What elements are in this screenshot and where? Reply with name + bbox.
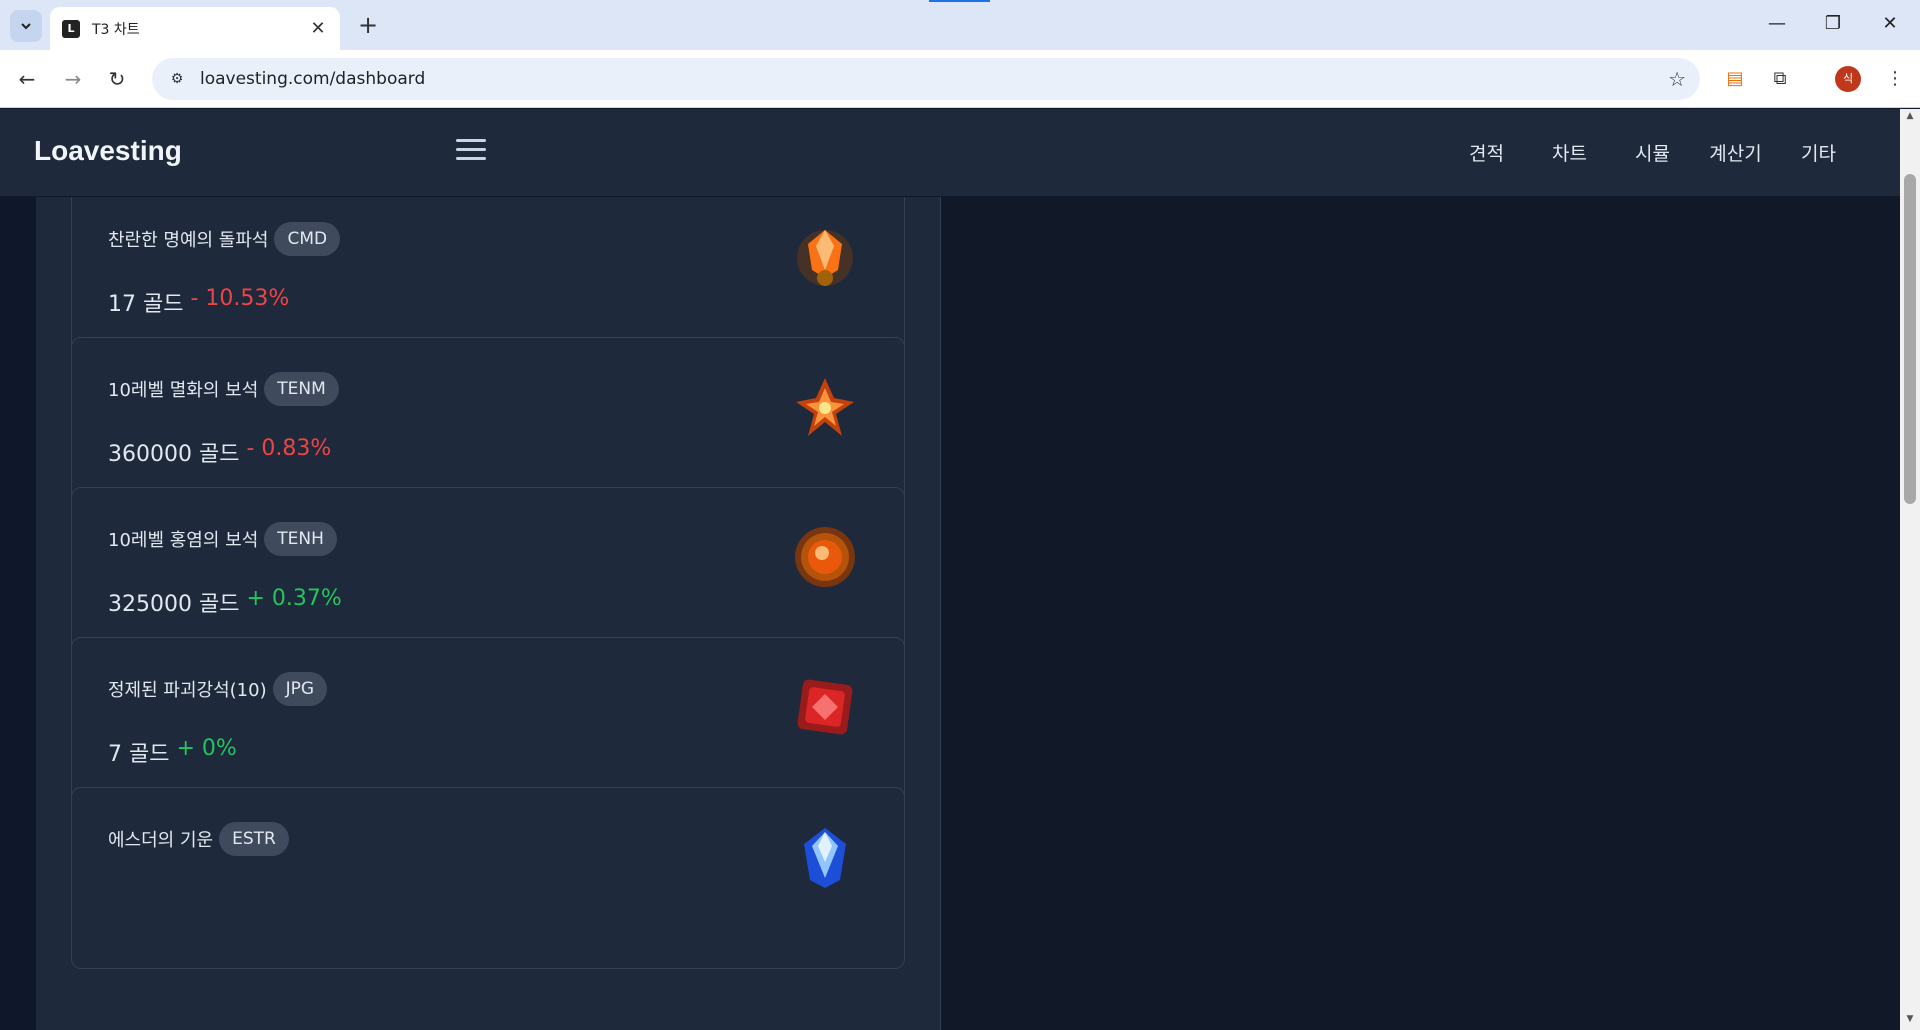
main-nav: 견적 차트 시뮬 계산기 기타: [1445, 139, 1860, 166]
blue-crystal-icon: [804, 828, 846, 888]
red-stone-icon: [797, 679, 853, 735]
tab-search-button[interactable]: [10, 10, 42, 42]
browser-tab-strip: L T3 차트 ✕ + — ❐ ✕: [0, 0, 1920, 50]
item-name: 찬란한 명예의 돌파석: [108, 230, 269, 251]
tab-indicator: [929, 0, 990, 2]
item-price: 360000 골드: [108, 442, 240, 467]
nav-item-sim[interactable]: 시뮬: [1611, 139, 1694, 166]
extensions-puzzle-icon[interactable]: ⧉: [1765, 64, 1795, 94]
site-logo[interactable]: Loavesting: [34, 135, 182, 167]
item-price: 17 골드: [108, 292, 184, 317]
item-code-badge: TENM: [264, 372, 339, 406]
minimize-icon[interactable]: —: [1755, 8, 1799, 40]
scroll-up-icon[interactable]: ▲: [1900, 111, 1920, 125]
item-change: + 0.37%: [246, 586, 342, 611]
item-price: 7 골드: [108, 742, 170, 767]
sidebar-panel-icon[interactable]: ▤: [1720, 64, 1750, 94]
nav-item-calculator[interactable]: 계산기: [1694, 139, 1777, 166]
chart-area: [941, 197, 1900, 1030]
hamburger-menu-icon[interactable]: [456, 139, 486, 163]
item-name: 에스더의 기운: [108, 830, 214, 851]
flame-gem-icon: [795, 527, 855, 587]
tab-close-icon[interactable]: ✕: [308, 18, 328, 39]
close-window-icon[interactable]: ✕: [1868, 8, 1912, 40]
browser-tab-active[interactable]: L T3 차트 ✕: [50, 7, 340, 50]
item-code-badge: CMD: [274, 222, 341, 256]
bookmark-star-icon[interactable]: ☆: [1668, 67, 1686, 91]
browser-toolbar: ← → ↻ ⚙ loavesting.com/dashboard ☆ ▤ ⧉ 식…: [0, 50, 1920, 108]
item-name: 10레벨 멸화의 보석: [108, 380, 259, 401]
nav-item-etc[interactable]: 기타: [1777, 139, 1860, 166]
menu-kebab-icon[interactable]: ⋮: [1880, 64, 1910, 94]
item-price: 325000 골드: [108, 592, 240, 617]
item-change: - 10.53%: [190, 286, 290, 311]
scroll-thumb[interactable]: [1904, 174, 1916, 504]
item-change: - 0.83%: [246, 436, 332, 461]
item-code-badge: JPG: [272, 672, 328, 706]
page-content: Loavesting 견적 차트 시뮬 계산기 기타 찬란한 명예의 돌파석 C…: [0, 109, 1900, 1030]
item-name: 10레벨 홍염의 보석: [108, 530, 259, 551]
nav-item-estimate[interactable]: 견적: [1445, 139, 1528, 166]
site-settings-icon[interactable]: ⚙: [166, 68, 188, 90]
site-header: Loavesting 견적 차트 시뮬 계산기 기타: [0, 109, 1900, 197]
back-arrow-icon[interactable]: ←: [10, 62, 44, 96]
chevron-down-icon: [21, 23, 31, 30]
tab-title: T3 차트: [92, 21, 140, 38]
forward-arrow-icon[interactable]: →: [56, 62, 90, 96]
page-scrollbar[interactable]: ▲ ▼: [1900, 109, 1920, 1030]
fire-gem-icon: [796, 378, 854, 436]
item-card[interactable]: 에스더의 기운 ESTR: [71, 787, 905, 969]
profile-avatar[interactable]: 식: [1835, 66, 1861, 92]
address-bar[interactable]: ⚙ loavesting.com/dashboard ☆: [152, 58, 1700, 100]
item-code-badge: TENH: [264, 522, 337, 556]
restore-icon[interactable]: ❐: [1811, 8, 1855, 40]
nav-item-chart[interactable]: 차트: [1528, 139, 1611, 166]
item-change: + 0%: [176, 736, 237, 761]
orange-crystal-icon: [797, 230, 853, 286]
item-code-badge: ESTR: [219, 822, 289, 856]
scroll-down-icon[interactable]: ▼: [1900, 1014, 1920, 1028]
reload-icon[interactable]: ↻: [100, 62, 134, 96]
url-text[interactable]: loavesting.com/dashboard: [200, 69, 1668, 89]
new-tab-button[interactable]: +: [354, 12, 382, 40]
site-favicon-icon: L: [62, 19, 80, 38]
item-name: 정제된 파괴강석(10): [108, 680, 267, 701]
